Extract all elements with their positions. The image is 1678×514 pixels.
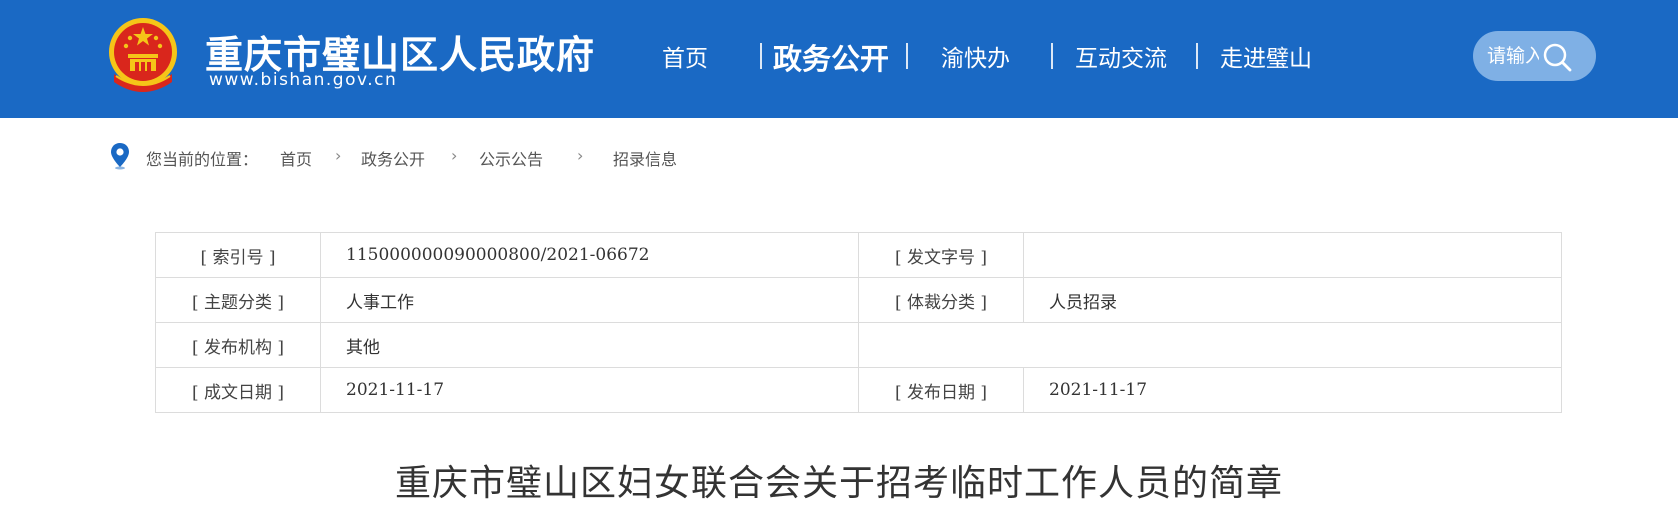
article-title: 重庆市璧山区妇女联合会关于招考临时工作人员的简章 bbox=[394, 463, 1283, 504]
breadcrumb-item-home[interactable]: 首页 bbox=[280, 146, 312, 170]
meta-value-genre: 人员招录 bbox=[1023, 277, 1562, 323]
meta-value-publish-date: 2021-11-17 bbox=[1023, 367, 1562, 413]
meta-label-genre: [ 体裁分类 ] bbox=[858, 277, 1024, 323]
meta-value-written-date: 2021-11-17 bbox=[320, 367, 859, 413]
search-icon[interactable] bbox=[1541, 41, 1573, 73]
meta-label-written-date: [ 成文日期 ] bbox=[155, 367, 321, 413]
breadcrumb-item-government-affairs[interactable]: 政务公开 bbox=[361, 146, 425, 170]
nav-item-about-bishan[interactable]: 走进璧山 bbox=[1220, 39, 1312, 73]
breadcrumb-prefix: 您当前的位置： bbox=[146, 150, 259, 169]
table-row: [ 索引号 ] 115000000090000800/2021-06672 [ … bbox=[155, 232, 1562, 278]
breadcrumb-chevron-icon: › bbox=[451, 146, 458, 165]
search-box bbox=[1473, 31, 1596, 81]
meta-label-topic: [ 主题分类 ] bbox=[155, 277, 321, 323]
site-url: www.bishan.gov.cn bbox=[209, 70, 398, 90]
meta-empty-cell bbox=[858, 322, 1562, 368]
site-header: 重庆市璧山区人民政府 www.bishan.gov.cn 首页 政务公开 渝快办… bbox=[0, 0, 1678, 118]
meta-value-topic: 人事工作 bbox=[320, 277, 859, 323]
nav-item-government-affairs[interactable]: 政务公开 bbox=[773, 36, 889, 78]
meta-value-doc-number bbox=[1023, 232, 1562, 278]
breadcrumb-item-announcements[interactable]: 公示公告 bbox=[479, 146, 543, 170]
table-row: [ 主题分类 ] 人事工作 [ 体裁分类 ] 人员招录 bbox=[155, 277, 1562, 323]
search-input[interactable] bbox=[1487, 43, 1539, 69]
location-pin-icon bbox=[111, 143, 129, 170]
nav-separator bbox=[1196, 43, 1198, 69]
meta-label-doc-number: [ 发文字号 ] bbox=[858, 232, 1024, 278]
nav-separator bbox=[760, 43, 762, 69]
breadcrumb-chevron-icon: › bbox=[577, 146, 584, 165]
nav-separator bbox=[1051, 43, 1053, 69]
nav-item-interaction[interactable]: 互动交流 bbox=[1075, 39, 1167, 73]
meta-value-index: 115000000090000800/2021-06672 bbox=[320, 232, 859, 278]
meta-label-publish-date: [ 发布日期 ] bbox=[858, 367, 1024, 413]
meta-value-publisher: 其他 bbox=[320, 322, 859, 368]
nav-item-home[interactable]: 首页 bbox=[662, 39, 708, 73]
breadcrumb-item-recruitment[interactable]: 招录信息 bbox=[613, 146, 677, 170]
nav-item-yukuaiban[interactable]: 渝快办 bbox=[941, 39, 1010, 73]
national-emblem-icon[interactable] bbox=[106, 16, 180, 96]
breadcrumb-chevron-icon: › bbox=[335, 146, 342, 165]
table-row: [ 发布机构 ] 其他 bbox=[155, 322, 1562, 368]
table-row: [ 成文日期 ] 2021-11-17 [ 发布日期 ] 2021-11-17 bbox=[155, 367, 1562, 413]
nav-separator bbox=[906, 43, 908, 69]
document-meta-table: [ 索引号 ] 115000000090000800/2021-06672 [ … bbox=[155, 232, 1562, 413]
meta-label-publisher: [ 发布机构 ] bbox=[155, 322, 321, 368]
meta-label-index: [ 索引号 ] bbox=[155, 232, 321, 278]
